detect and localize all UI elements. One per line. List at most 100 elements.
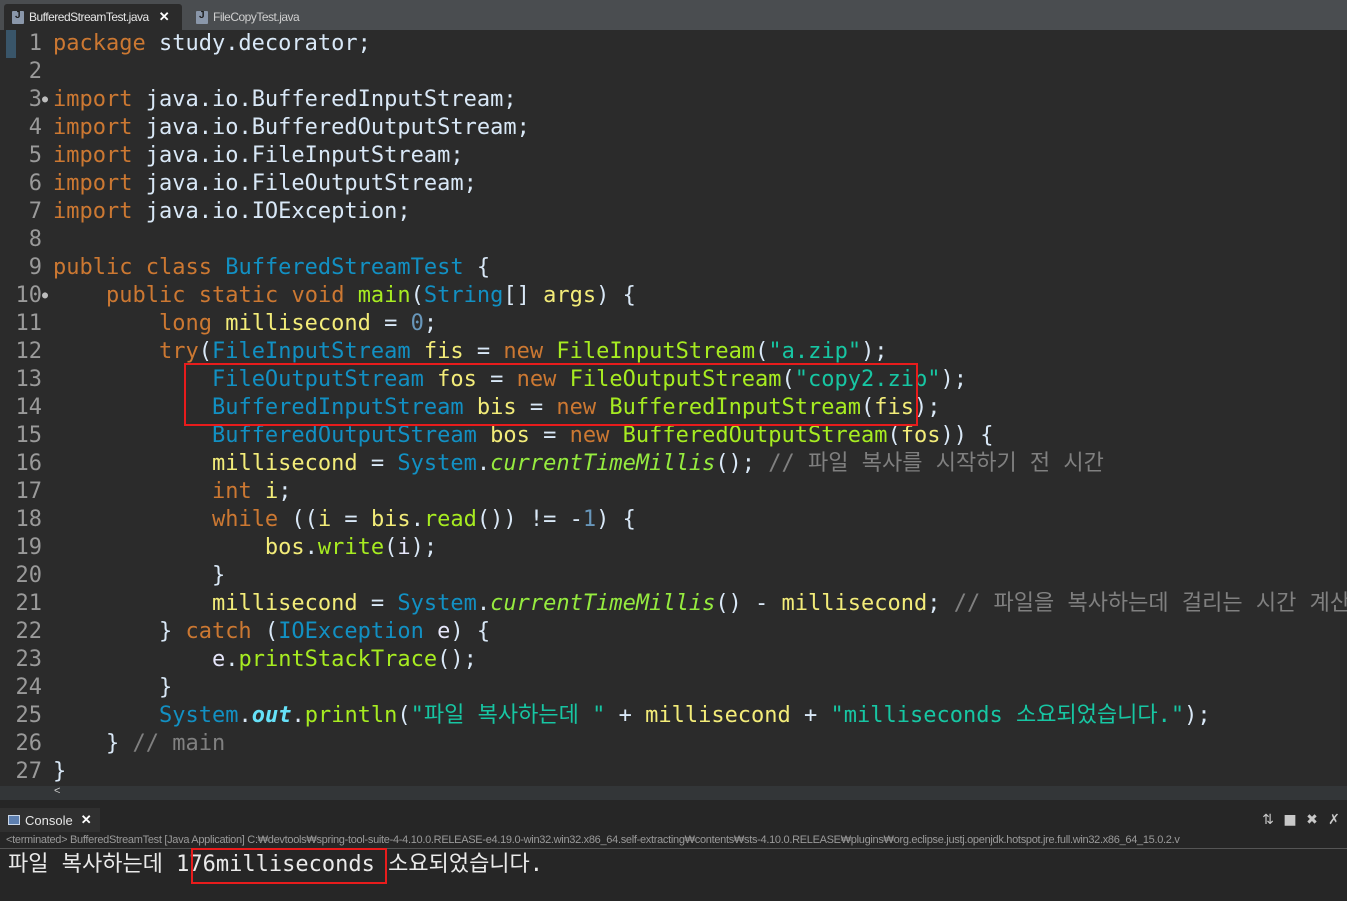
pin-icon[interactable]: ⇅ (1261, 812, 1275, 828)
code-line[interactable]: 27 } (0, 758, 1347, 786)
code-token: import (53, 143, 133, 168)
code-line[interactable]: 22 } catch (IOException e) { (0, 618, 1347, 646)
code-line[interactable]: 15 BufferedOutputStream bos = new Buffer… (0, 422, 1347, 450)
close-icon[interactable]: ✕ (159, 9, 170, 25)
stop-icon[interactable]: ■ (1283, 812, 1297, 828)
code-token: try (158, 339, 199, 364)
code-line[interactable]: 9 public class BufferedStreamTest { (0, 254, 1347, 282)
fold-toggle-icon[interactable]: ● (42, 86, 53, 114)
code-line[interactable]: 19 bos.write(i); (0, 534, 1347, 562)
code-token: ( (755, 339, 769, 364)
code-token: . (476, 451, 491, 476)
code-token: System (397, 591, 477, 616)
fold-gutter (42, 394, 53, 422)
scroll-left-icon[interactable]: < (54, 785, 60, 797)
code-token: void (291, 283, 345, 308)
fold-gutter (42, 422, 53, 450)
code-line[interactable]: 16 millisecond = System.currentTimeMilli… (0, 450, 1347, 478)
code-token: millisecond (211, 451, 358, 476)
code-token: currentTimeMillis (490, 591, 716, 616)
code-token: BufferedStreamTest (225, 255, 464, 280)
code-token: = (357, 591, 398, 616)
fold-gutter (42, 730, 53, 758)
code-line[interactable]: 17 int i; (0, 478, 1347, 506)
code-token: println (304, 703, 398, 728)
fold-gutter (42, 30, 53, 58)
code-token: new (503, 339, 544, 364)
fold-gutter (42, 114, 53, 142)
code-line[interactable]: 1 package study.decorator; (0, 30, 1347, 58)
code-token: fis (423, 339, 464, 364)
remove-icon[interactable]: ✖ (1305, 812, 1319, 828)
fold-gutter (42, 170, 53, 198)
line-number: 11 (15, 311, 43, 336)
code-line[interactable]: 20 } (0, 562, 1347, 590)
code-token: . (225, 647, 239, 672)
code-line[interactable]: 3● import java.io.BufferedInputStream; (0, 86, 1347, 114)
console-toolbar: ⇅ ■ ✖ ✗ (1261, 812, 1341, 828)
code-token: ; (423, 311, 438, 336)
line-number: 23 (15, 647, 43, 672)
code-token: + (790, 703, 831, 728)
fold-gutter (42, 534, 53, 562)
line-number: 18 (15, 507, 43, 532)
fold-gutter (42, 58, 53, 86)
line-number: 20 (15, 563, 43, 588)
code-line[interactable]: 23 e.printStackTrace(); (0, 646, 1347, 674)
fold-gutter (42, 702, 53, 730)
fold-gutter (42, 310, 53, 338)
code-line[interactable]: 18 while ((i = bis.read()) != -1) { (0, 506, 1347, 534)
remove-all-icon[interactable]: ✗ (1327, 812, 1341, 828)
code-line[interactable]: 5 import java.io.FileInputStream; (0, 142, 1347, 170)
code-token: write (317, 535, 385, 560)
code-token: . (291, 703, 305, 728)
code-line[interactable]: 4 import java.io.BufferedOutputStream; (0, 114, 1347, 142)
code-line[interactable]: 2 (0, 58, 1347, 86)
code-line[interactable]: 12 try(FileInputStream fis = new FileInp… (0, 338, 1347, 366)
code-line[interactable]: 8 (0, 226, 1347, 254)
code-token: import (53, 171, 133, 196)
code-token: millisecond (781, 591, 928, 616)
code-line[interactable]: 25 System.out.println("파일 복사하는데 " + mill… (0, 702, 1347, 730)
line-number: 1 (28, 31, 42, 56)
editor-horizontal-scrollbar[interactable]: < (0, 785, 1347, 800)
code-token: millisecond (645, 703, 791, 728)
code-token: fos (900, 423, 941, 448)
close-icon[interactable]: ✕ (81, 812, 92, 828)
code-line[interactable]: 21 millisecond = System.currentTimeMilli… (0, 590, 1347, 618)
fold-toggle-icon[interactable]: ● (42, 282, 53, 310)
tab-filecopytest[interactable]: FileCopyTest.java (188, 4, 328, 30)
code-line[interactable]: 11 long millisecond = 0; (0, 310, 1347, 338)
console-tab-label: Console (25, 812, 73, 828)
code-token: args (543, 283, 597, 308)
tab-bufferedstreamtest[interactable]: BufferedStreamTest.java ✕ (4, 4, 182, 30)
fold-gutter (42, 366, 53, 394)
code-line[interactable]: 10● public static void main(String[] arg… (0, 282, 1347, 310)
code-line[interactable]: 6 import java.io.FileOutputStream; (0, 170, 1347, 198)
code-line[interactable]: 7 import java.io.IOException; (0, 198, 1347, 226)
code-token: ); (410, 535, 438, 560)
code-line[interactable]: 26 } // main (0, 730, 1347, 758)
code-token: e (437, 619, 451, 644)
code-token: // 파일을 복사하는데 걸리는 시간 계산 (953, 591, 1347, 616)
line-number: 17 (15, 479, 43, 504)
code-token: . (410, 507, 424, 532)
fold-gutter (42, 338, 53, 366)
code-line[interactable]: 24 } (0, 674, 1347, 702)
highlight-box-output (191, 848, 387, 884)
fold-gutter (42, 758, 53, 786)
line-number: 6 (28, 171, 42, 196)
tab-console[interactable]: Console ✕ (0, 808, 100, 832)
code-token: new (569, 423, 610, 448)
code-token: { (463, 255, 491, 280)
code-token: // 파일 복사를 시작하기 전 시간 (768, 451, 1104, 476)
code-token: public (105, 283, 186, 308)
